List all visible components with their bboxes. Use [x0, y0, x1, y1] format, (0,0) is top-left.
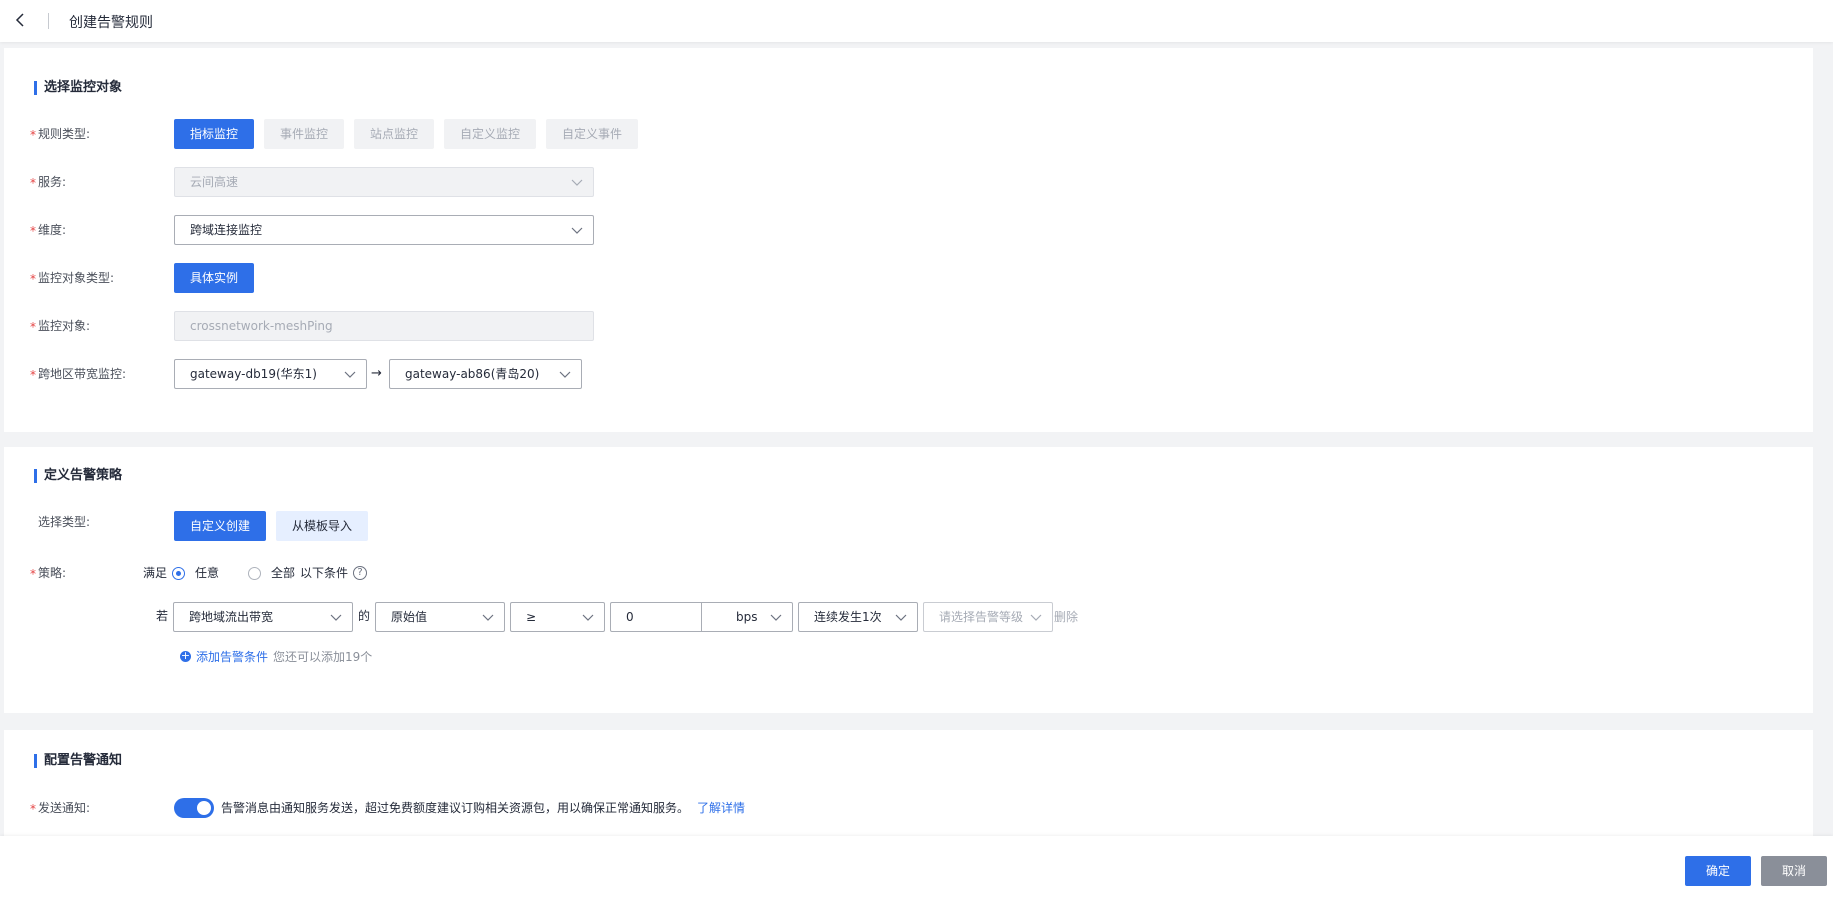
rule-type-label: * 规则类型: — [30, 127, 91, 142]
strategy-prefix: 满足 — [143, 566, 168, 580]
import-template-button[interactable]: 从模板导入 — [276, 511, 368, 541]
rule-type-site-button[interactable]: 站点监控 — [354, 119, 434, 149]
chevron-down-icon — [330, 612, 342, 622]
section-alarm-notify: 配置告警通知 * 发送通知: 告警消息由通知服务发送，超过免费额度建议订购相关资源… — [4, 730, 1813, 836]
section-title: 配置告警通知 — [34, 754, 122, 768]
divider — [48, 13, 49, 29]
top-bar: 创建告警规则 — [0, 0, 1833, 42]
select-type-label: 选择类型: — [38, 515, 91, 529]
rule-type-event-button[interactable]: 事件监控 — [264, 119, 344, 149]
add-condition-link[interactable]: 添加告警条件 — [196, 649, 268, 665]
back-arrow-icon[interactable] — [14, 12, 28, 28]
section-monitor-object: 选择监控对象 * 规则类型: 指标监控 事件监控 站点监控 自定义监控 自定义事件… — [4, 48, 1813, 432]
toggle-knob — [197, 801, 211, 815]
condition-metric-value: 跨地域流出带宽 — [189, 610, 274, 624]
condition-unit-select[interactable]: bps — [701, 602, 793, 632]
condition-operator-select[interactable]: ≥ — [510, 602, 605, 632]
condition-threshold-input[interactable]: 0 — [610, 602, 702, 632]
section-title: 定义告警策略 — [34, 469, 122, 483]
section-title: 选择监控对象 — [34, 81, 122, 95]
radio-all-label: 全部 — [271, 566, 296, 580]
chevron-down-icon — [571, 225, 583, 235]
object-type-label: * 监控对象类型: — [30, 271, 115, 286]
help-icon[interactable]: ? — [353, 566, 367, 580]
service-label: * 服务: — [30, 175, 67, 190]
notify-label: * 发送通知: — [30, 801, 91, 816]
chevron-down-icon — [895, 612, 907, 622]
add-condition-hint: 您还可以添加19个 — [273, 650, 373, 664]
learn-more-link[interactable]: 了解详情 — [697, 800, 745, 816]
arrow-right-icon: → — [371, 366, 382, 381]
monitor-object-input[interactable]: crossnetwork-meshPing — [174, 311, 594, 341]
monitor-object-value: crossnetwork-meshPing — [190, 319, 333, 333]
dimension-label: * 维度: — [30, 223, 67, 238]
condition-if-label: 若 — [156, 609, 169, 623]
rule-type-custom-monitor-button[interactable]: 自定义监控 — [444, 119, 536, 149]
condition-level-select[interactable]: 请选择告警等级 — [923, 602, 1053, 632]
cancel-button[interactable]: 取消 — [1761, 856, 1827, 886]
bandwidth-from-value: gateway-db19(华东1) — [190, 367, 317, 381]
condition-delete-link[interactable]: 删除 — [1054, 609, 1078, 625]
dimension-select[interactable]: 跨域连接监控 — [174, 215, 594, 245]
object-type-instance-button[interactable]: 具体实例 — [174, 263, 254, 293]
rule-type-custom-event-button[interactable]: 自定义事件 — [546, 119, 638, 149]
condition-unit-value: bps — [736, 610, 758, 624]
chevron-down-icon — [571, 177, 583, 187]
page-title: 创建告警规则 — [69, 15, 153, 31]
bandwidth-label: * 跨地区带宽监控: — [30, 367, 127, 382]
confirm-button[interactable]: 确定 — [1685, 856, 1751, 886]
service-select[interactable]: 云间高速 — [174, 167, 594, 197]
condition-stat-select[interactable]: 原始值 — [375, 602, 505, 632]
add-circle-icon[interactable]: + — [180, 650, 191, 662]
strategy-suffix: 以下条件 — [300, 566, 349, 580]
radio-any-label: 任意 — [195, 566, 220, 580]
bandwidth-from-select[interactable]: gateway-db19(华东1) — [174, 359, 367, 389]
chevron-down-icon — [482, 612, 494, 622]
chevron-down-icon — [770, 612, 782, 622]
chevron-down-icon — [582, 612, 594, 622]
condition-frequency-value: 连续发生1次 — [814, 610, 882, 624]
condition-operator-value: ≥ — [526, 610, 537, 624]
radio-any[interactable] — [172, 567, 185, 580]
bandwidth-to-value: gateway-ab86(青岛20) — [405, 367, 540, 381]
bandwidth-to-select[interactable]: gateway-ab86(青岛20) — [389, 359, 582, 389]
section-alarm-strategy: 定义告警策略 选择类型: 自定义创建 从模板导入 * 策略: 满足 任意 全部 以… — [4, 447, 1813, 713]
condition-stat-value: 原始值 — [391, 610, 428, 624]
dimension-value: 跨域连接监控 — [190, 223, 263, 237]
condition-level-placeholder: 请选择告警等级 — [939, 610, 1024, 624]
condition-threshold-value: 0 — [626, 610, 634, 624]
notify-toggle[interactable] — [174, 798, 214, 818]
footer-bar: 确定 取消 — [0, 836, 1833, 906]
condition-metric-select[interactable]: 跨地域流出带宽 — [173, 602, 353, 632]
condition-frequency-select[interactable]: 连续发生1次 — [798, 602, 918, 632]
service-value: 云间高速 — [190, 175, 239, 189]
condition-of-label: 的 — [358, 609, 371, 623]
chevron-down-icon — [559, 369, 571, 379]
custom-create-button[interactable]: 自定义创建 — [174, 511, 266, 541]
chevron-down-icon — [1030, 612, 1042, 622]
chevron-down-icon — [344, 369, 356, 379]
radio-all[interactable] — [248, 567, 261, 580]
notify-description: 告警消息由通知服务发送，超过免费额度建议订购相关资源包，用以确保正常通知服务。 — [221, 801, 690, 815]
strategy-label: * 策略: — [30, 566, 67, 581]
rule-type-metric-button[interactable]: 指标监控 — [174, 119, 254, 149]
monitor-object-label: * 监控对象: — [30, 319, 91, 334]
